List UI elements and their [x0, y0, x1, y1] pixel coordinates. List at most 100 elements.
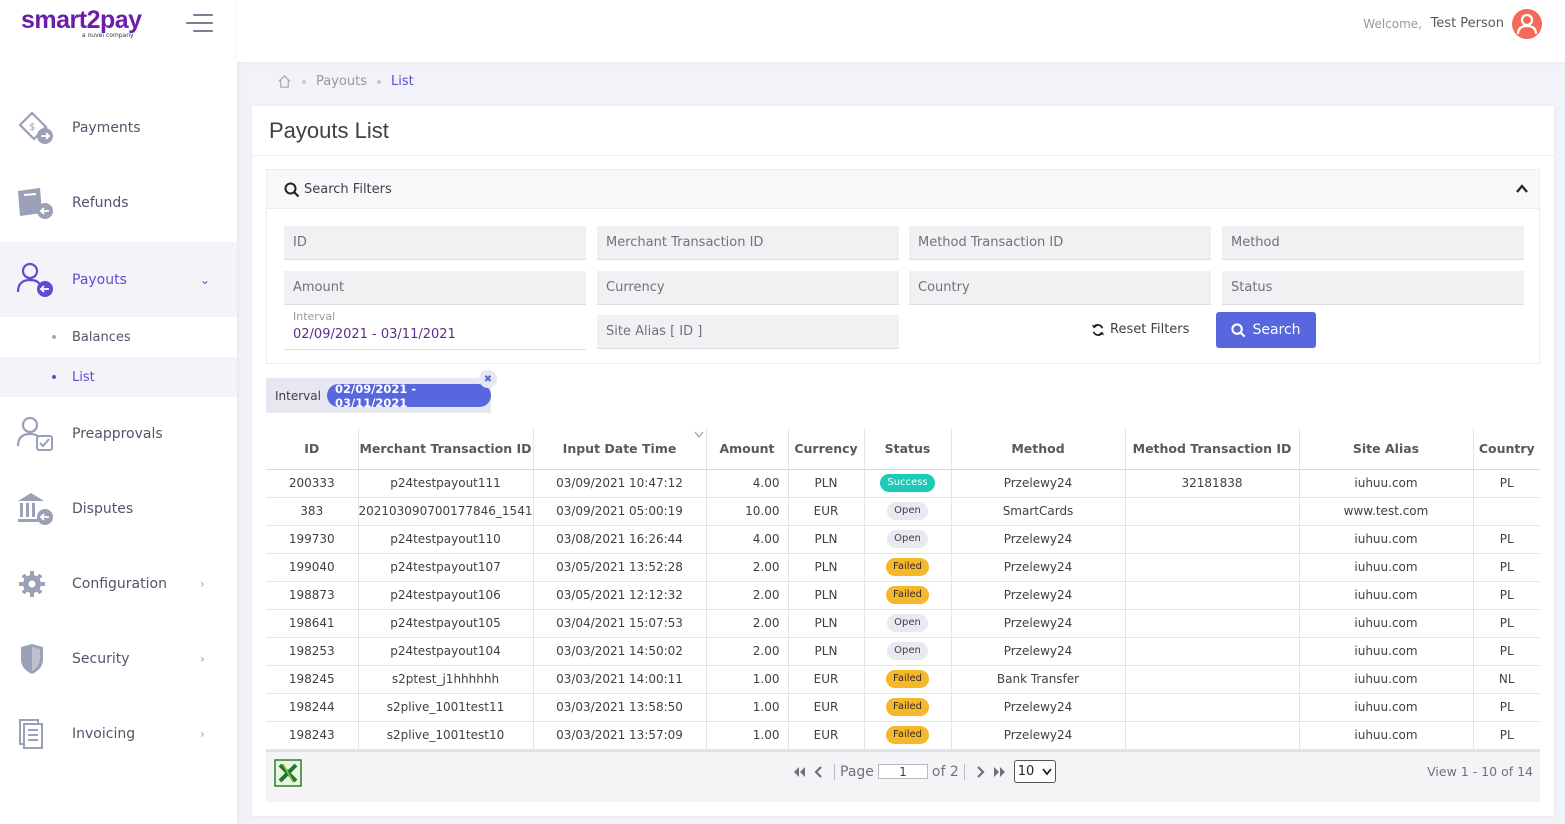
user-name[interactable]: Test Person — [1431, 16, 1504, 31]
chip-label: Interval — [275, 389, 321, 403]
cell-input-date-time: 03/05/2021 13:52:28 — [533, 553, 707, 582]
cell-id: 200333 — [266, 469, 359, 498]
page-size-select[interactable]: 10 — [1013, 760, 1056, 783]
svg-text:$: $ — [29, 122, 35, 133]
sidebar-item-invoicing[interactable]: Invoicing › — [0, 696, 237, 771]
column-header-method[interactable]: Method — [951, 428, 1126, 470]
search-button[interactable]: Search — [1216, 312, 1316, 348]
country-field[interactable] — [909, 271, 1211, 305]
menu-toggle-icon[interactable] — [186, 14, 213, 34]
close-icon[interactable]: ✖ — [479, 370, 497, 388]
cell-country: PL — [1473, 609, 1540, 638]
sidebar: smart2pay a nuvei company $ Payments Ref… — [0, 0, 237, 824]
page-label: Page — [840, 763, 874, 780]
column-header-currency[interactable]: Currency — [788, 428, 865, 470]
site-alias-field[interactable] — [597, 315, 899, 349]
merchant-transaction-id-input[interactable] — [597, 226, 899, 259]
sort-desc-icon[interactable] — [693, 431, 704, 439]
cell-site-alias: iuhuu.com — [1299, 469, 1474, 498]
prev-page-icon[interactable] — [811, 764, 827, 780]
cell-status: Failed — [864, 665, 952, 694]
cell-currency: PLN — [788, 553, 865, 582]
cell-amount: 1.00 — [706, 721, 789, 750]
table-row[interactable]: 198873 p24testpayout106 03/05/2021 12:12:3… — [266, 581, 1540, 610]
sidebar-item-preapprovals[interactable]: Preapprovals — [0, 396, 237, 471]
cell-currency: EUR — [788, 497, 865, 526]
country-input[interactable] — [909, 271, 1211, 304]
cell-id: 383 — [266, 497, 359, 526]
sidebar-item-payouts[interactable]: Payouts ⌄ — [0, 242, 237, 317]
breadcrumb: Payouts List — [277, 74, 414, 89]
page-number-input[interactable] — [877, 764, 928, 779]
home-icon[interactable] — [277, 74, 292, 89]
method-transaction-id-input[interactable] — [909, 226, 1211, 259]
sidebar-subitem-balances[interactable]: Balances — [0, 317, 237, 357]
last-page-icon[interactable] — [992, 764, 1008, 780]
table-row[interactable]: 383 202103090700177846_15410 03/09/2021 05… — [266, 497, 1540, 526]
table-row[interactable]: 199730 p24testpayout110 03/08/2021 16:26:4… — [266, 525, 1540, 554]
amount-field[interactable] — [284, 271, 586, 305]
column-header-merchant-transaction-id[interactable]: Merchant Transaction ID — [358, 428, 534, 470]
first-page-icon[interactable] — [791, 764, 807, 780]
table-row[interactable]: 198641 p24testpayout105 03/04/2021 15:07:5… — [266, 609, 1540, 638]
sidebar-item-disputes[interactable]: Disputes — [0, 471, 237, 546]
method-field[interactable] — [1222, 226, 1524, 260]
table-row[interactable]: 200333 p24testpayout111 03/09/2021 10:47:1… — [266, 469, 1540, 498]
sidebar-subitem-list[interactable]: List — [0, 357, 237, 397]
breadcrumb-list[interactable]: List — [391, 74, 414, 89]
status-field[interactable] — [1222, 271, 1524, 305]
cell-method: Przelewy24 — [951, 637, 1126, 666]
next-page-icon[interactable] — [972, 764, 988, 780]
avatar[interactable] — [1512, 9, 1542, 39]
cell-site-alias: www.test.com — [1299, 497, 1474, 526]
id-input[interactable] — [284, 226, 586, 259]
column-header-site-alias[interactable]: Site Alias — [1299, 428, 1474, 470]
column-header-input-date-time[interactable]: Input Date Time — [533, 428, 707, 470]
column-header-amount[interactable]: Amount — [706, 428, 789, 470]
cell-country: NL — [1473, 665, 1540, 694]
currency-field[interactable] — [597, 271, 899, 305]
currency-input[interactable] — [597, 271, 899, 304]
id-field[interactable] — [284, 226, 586, 260]
table-row[interactable]: 198244 s2plive_1001test11 03/03/2021 13:58… — [266, 693, 1540, 722]
brand-logo[interactable]: smart2pay a nuvei company — [21, 6, 142, 39]
sidebar-item-payments[interactable]: $ Payments — [0, 90, 237, 165]
cell-status: Failed — [864, 553, 952, 582]
sidebar-item-configuration[interactable]: Configuration › — [0, 546, 237, 621]
column-header-method-transaction-id[interactable]: Method Transaction ID — [1125, 428, 1300, 470]
chevron-up-icon[interactable] — [1515, 182, 1529, 196]
column-header-status[interactable]: Status — [864, 428, 952, 470]
table-row[interactable]: 199040 p24testpayout107 03/05/2021 13:52:2… — [266, 553, 1540, 582]
table-row[interactable]: 198245 s2ptest_j1hhhhhh 03/03/2021 14:00:1… — [266, 665, 1540, 694]
interval-value[interactable]: 02/09/2021 - 03/11/2021 — [293, 327, 456, 342]
amount-input[interactable] — [284, 271, 586, 304]
site-alias-input[interactable] — [597, 315, 899, 348]
sidebar-item-security[interactable]: Security › — [0, 621, 237, 696]
cell-site-alias: iuhuu.com — [1299, 609, 1474, 638]
cell-id: 198243 — [266, 721, 359, 750]
merchant-transaction-id-field[interactable] — [597, 226, 899, 260]
cell-country: PL — [1473, 693, 1540, 722]
cell-site-alias: iuhuu.com — [1299, 581, 1474, 610]
column-header-country[interactable]: Country — [1473, 428, 1540, 470]
table-row[interactable]: 198253 p24testpayout104 03/03/2021 14:50:0… — [266, 637, 1540, 666]
cell-status: Failed — [864, 721, 952, 750]
excel-export-icon[interactable] — [274, 759, 302, 787]
column-header-id[interactable]: ID — [266, 428, 359, 470]
preapprovals-icon — [16, 416, 53, 451]
breadcrumb-payouts[interactable]: Payouts — [316, 74, 367, 89]
page-of-label: of 2 — [931, 763, 959, 780]
interval-field[interactable]: Interval 02/09/2021 - 03/11/2021 — [284, 310, 586, 350]
cell-method: Przelewy24 — [951, 553, 1126, 582]
status-input[interactable] — [1222, 271, 1524, 304]
chevron-right-icon: › — [200, 576, 205, 591]
interval-label: Interval — [293, 310, 336, 323]
search-filters-header[interactable]: Search Filters — [267, 170, 1539, 209]
chevron-right-icon: › — [200, 651, 205, 666]
method-transaction-id-field[interactable] — [909, 226, 1211, 260]
status-badge: Open — [887, 642, 928, 660]
sidebar-item-refunds[interactable]: Refunds — [0, 165, 237, 240]
table-row[interactable]: 198243 s2plive_1001test10 03/03/2021 13:57… — [266, 721, 1540, 750]
method-input[interactable] — [1222, 226, 1524, 259]
reset-filters-button[interactable]: Reset Filters — [1091, 322, 1189, 337]
